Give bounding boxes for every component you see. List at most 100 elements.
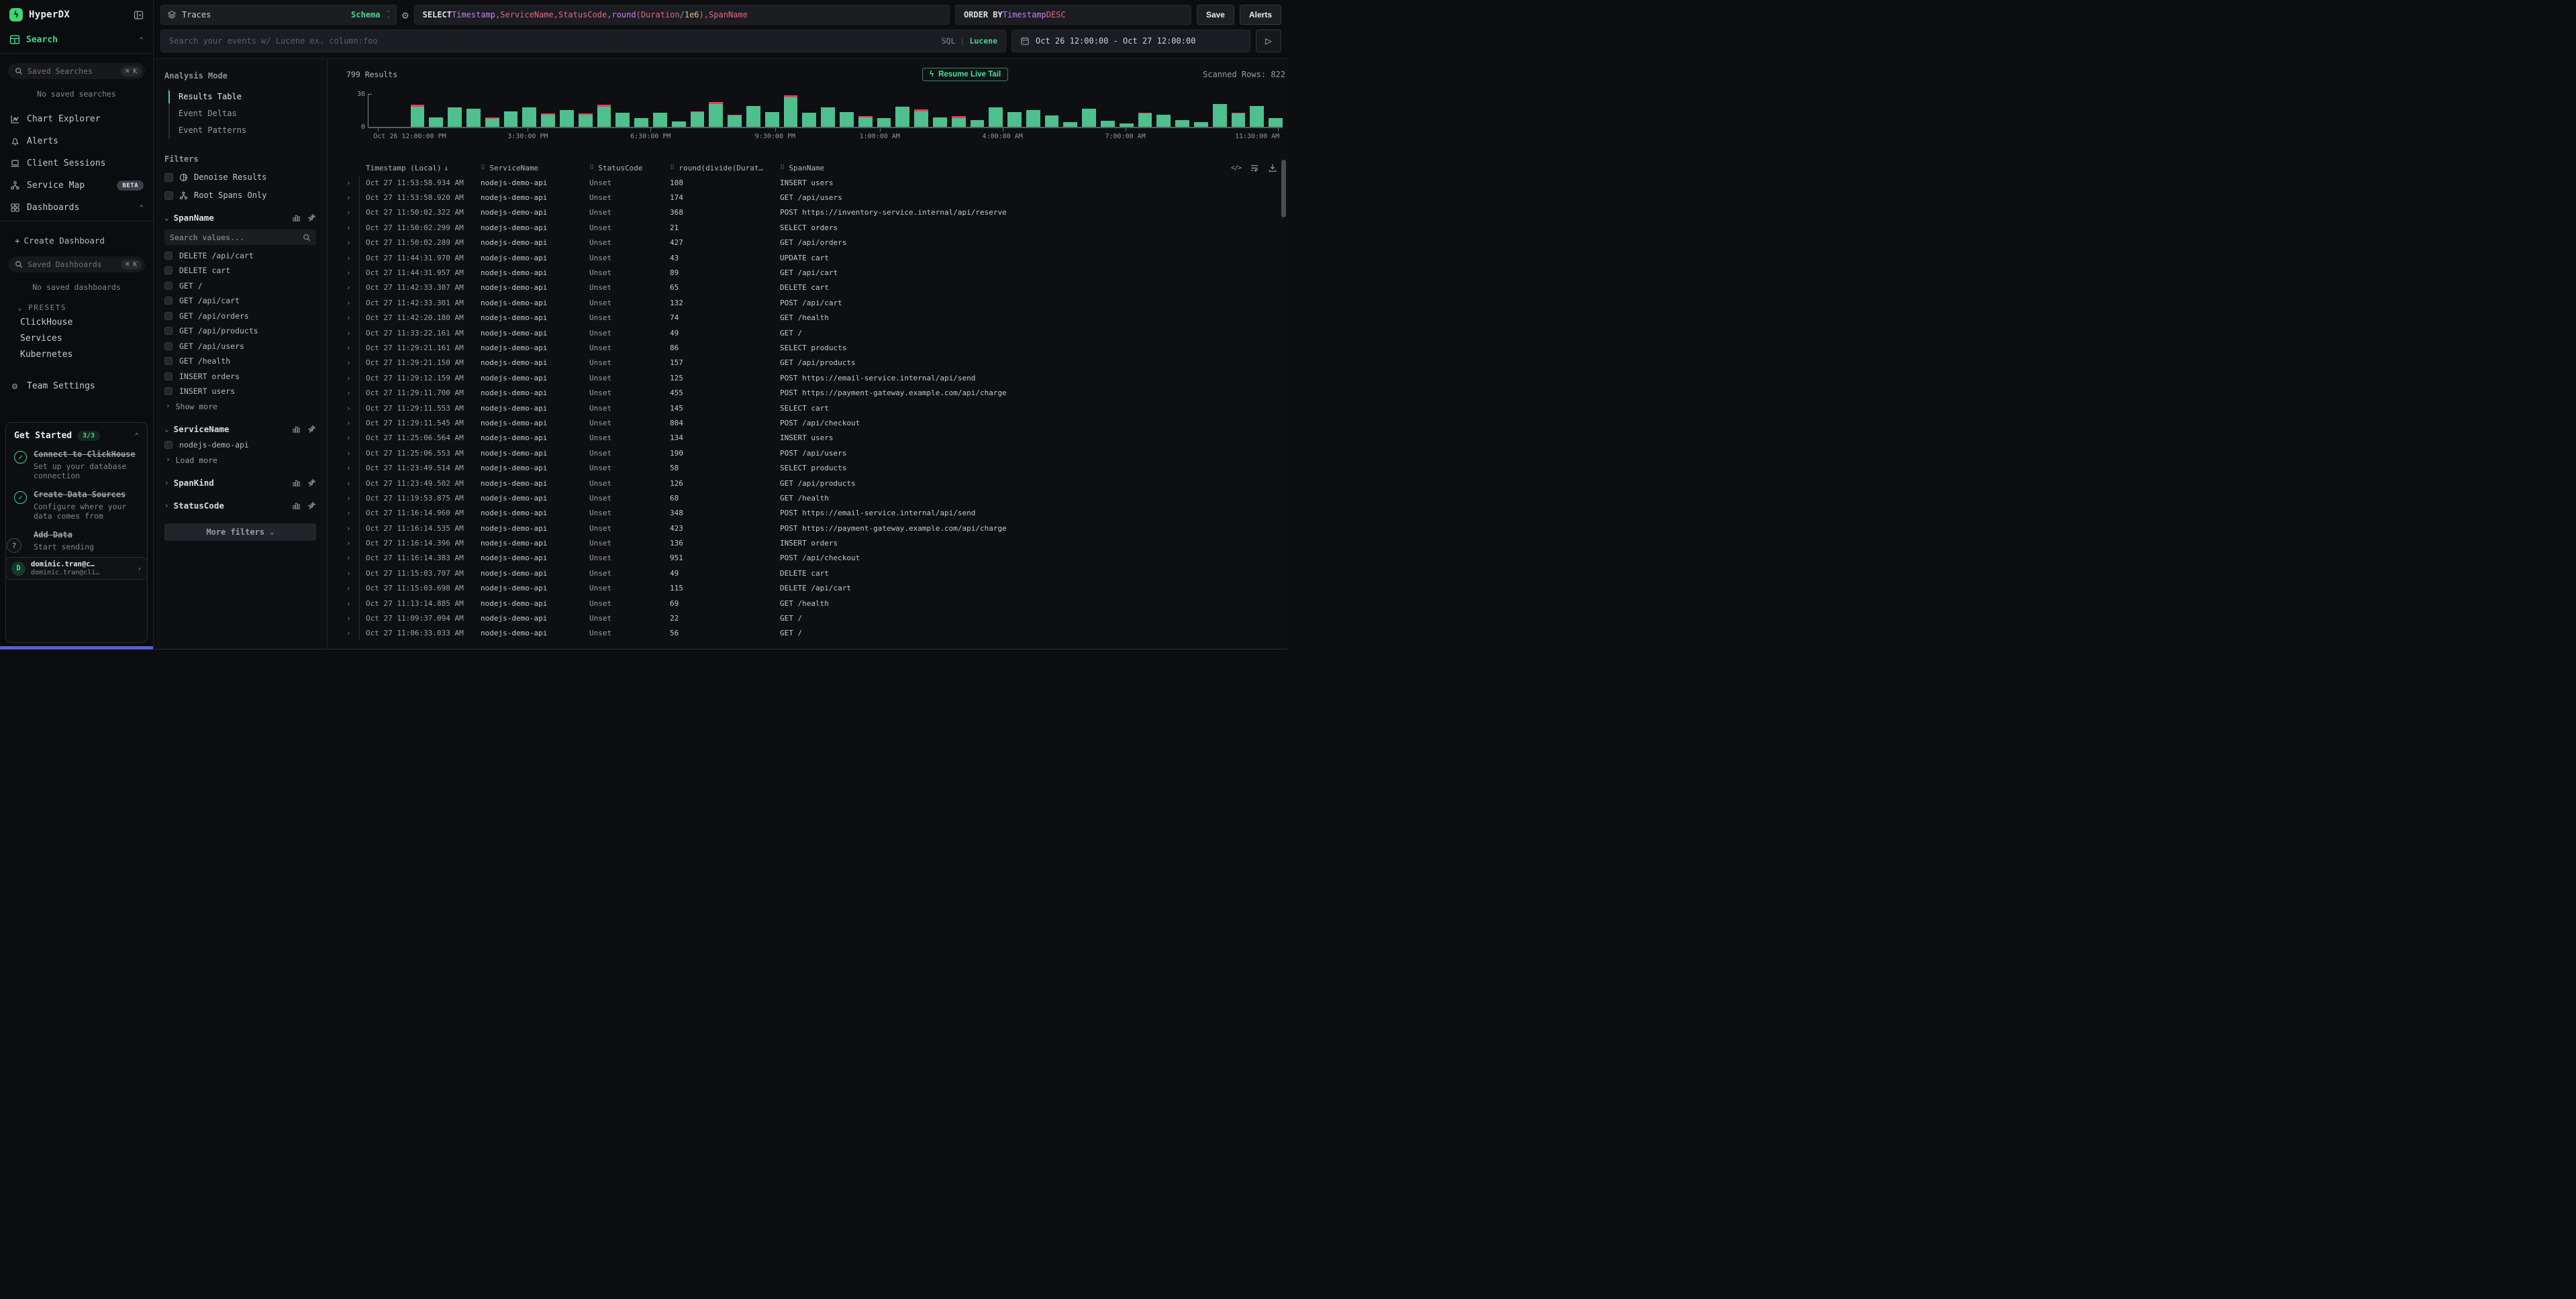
table-row[interactable]: ›Oct 27 11:29:21.150 AMnodejs-demo-apiUn… [328,356,1288,370]
filter-group-header[interactable]: ›SpanKind [164,478,316,488]
preset-services[interactable]: Services [0,330,153,346]
chart-toggle-icon[interactable] [292,478,301,487]
checkbox[interactable] [164,387,172,395]
chart-toggle-icon[interactable] [292,501,301,510]
more-filters-button[interactable]: More filters ⌄ [164,523,316,541]
help-button[interactable]: ? [7,538,21,553]
table-row[interactable]: ›Oct 27 11:53:58.920 AMnodejs-demo-apiUn… [328,190,1288,205]
histogram-bar[interactable] [504,95,518,127]
order-by-input[interactable]: ORDER BY Timestamp DESC [955,5,1191,25]
sidebar-item-client-sessions[interactable]: Client Sessions [0,152,153,174]
date-range-picker[interactable]: Oct 26 12:00:00 - Oct 27 12:00:00 [1011,30,1250,52]
histogram-bar[interactable] [784,95,798,127]
horizontal-scrollbar-thumb[interactable] [0,646,154,650]
histogram-bar[interactable] [1250,95,1264,127]
histogram-bar[interactable] [1194,95,1208,127]
chevron-up-icon[interactable]: ⌃ [134,432,139,439]
histogram-bar[interactable] [1120,95,1134,127]
saved-searches-field[interactable] [28,66,116,76]
row-expand-chevron[interactable]: › [346,280,360,295]
table-row[interactable]: ›Oct 27 11:15:03.707 AMnodejs-demo-apiUn… [328,566,1288,580]
histogram-bar[interactable] [821,95,835,127]
table-row[interactable]: ›Oct 27 11:42:33.307 AMnodejs-demo-apiUn… [328,280,1288,295]
row-expand-chevron[interactable]: › [346,506,360,521]
histogram-bar[interactable] [1269,95,1283,127]
histogram-bar[interactable] [653,95,667,127]
row-expand-chevron[interactable]: › [346,551,360,566]
histogram-bar[interactable] [672,95,686,127]
histogram-bar[interactable] [634,95,648,127]
column-header-servicename[interactable]: ⠿ServiceName [481,164,589,172]
histogram-bar[interactable] [522,95,536,127]
filter-value-option[interactable]: DELETE /api/cart [164,251,316,260]
toggle-sql[interactable]: SQL [942,36,956,46]
user-menu[interactable]: D dominic.tran@c… dominic.tran@cli… › [5,557,148,580]
histogram-bar[interactable] [597,95,611,127]
saved-searches-input[interactable]: ⌘ K [8,63,145,79]
histogram-bar[interactable] [373,95,387,127]
histogram-bar[interactable] [392,95,406,127]
analysis-mode-event-patterns[interactable]: Event Patterns [170,122,316,139]
query-language-toggle[interactable]: SQL | Lucene [942,36,997,46]
saved-dashboards-field[interactable] [28,260,116,269]
filter-value-option[interactable]: GET /api/products [164,326,316,335]
row-expand-chevron[interactable]: › [346,205,360,220]
histogram-bar[interactable] [802,95,816,127]
row-expand-chevron[interactable]: › [346,220,360,235]
histogram-bar[interactable] [1175,95,1189,127]
preset-kubernetes[interactable]: Kubernetes [0,346,153,362]
histogram-bar[interactable] [1045,95,1059,127]
table-row[interactable]: ›Oct 27 11:06:33.033 AMnodejs-demo-apiUn… [328,626,1288,641]
resume-live-tail-button[interactable]: ϟ Resume Live Tail [922,68,1008,81]
table-row[interactable]: ›Oct 27 11:23:49.514 AMnodejs-demo-apiUn… [328,460,1288,475]
checkbox[interactable] [164,327,172,335]
table-row[interactable]: ›Oct 27 11:50:02.299 AMnodejs-demo-apiUn… [328,220,1288,235]
histogram-bar[interactable] [1232,95,1246,127]
get-started-item[interactable]: Add Data Start sending [14,530,139,552]
histogram-bar[interactable] [1156,95,1171,127]
row-expand-chevron[interactable]: › [346,325,360,340]
wrap-text-icon[interactable] [1250,163,1259,172]
row-expand-chevron[interactable]: › [346,476,360,490]
presets-section[interactable]: ⌄ PRESETS [0,301,153,314]
table-row[interactable]: ›Oct 27 11:16:14.960 AMnodejs-demo-apiUn… [328,506,1288,521]
row-expand-chevron[interactable]: › [346,190,360,205]
table-row[interactable]: ›Oct 27 11:09:37.094 AMnodejs-demo-apiUn… [328,611,1288,625]
row-expand-chevron[interactable]: › [346,311,360,325]
histogram-bar[interactable] [560,95,574,127]
checkbox[interactable] [164,297,172,305]
filter-values-search[interactable] [164,229,316,245]
save-button[interactable]: Save [1197,5,1234,25]
histogram-bar[interactable] [895,95,909,127]
row-expand-chevron[interactable]: › [346,431,360,446]
histogram-bar[interactable] [1063,95,1077,127]
pin-icon[interactable] [307,478,316,487]
histogram-bar[interactable] [765,95,779,127]
filter-group-header[interactable]: ›StatusCode [164,501,316,511]
histogram-bar[interactable] [485,95,499,127]
event-search-box[interactable]: SQL | Lucene [160,30,1006,52]
load-more-link[interactable]: ›Load more [164,456,316,465]
sidebar-item-search[interactable]: Search ⌃ [0,28,153,54]
histogram-bar[interactable] [1082,95,1096,127]
sidebar-item-alerts[interactable]: Alerts [0,130,153,152]
table-row[interactable]: ›Oct 27 11:44:31.957 AMnodejs-demo-apiUn… [328,265,1288,280]
row-expand-chevron[interactable]: › [346,236,360,250]
drag-handle-icon[interactable]: ⠿ [670,164,675,172]
checkbox[interactable] [164,357,172,365]
row-expand-chevron[interactable]: › [346,566,360,580]
filter-value-option[interactable]: INSERT users [164,386,316,396]
create-dashboard-button[interactable]: + Create Dashboard [0,232,153,248]
table-row[interactable]: ›Oct 27 11:13:14.885 AMnodejs-demo-apiUn… [328,596,1288,611]
filter-value-option[interactable]: DELETE cart [164,266,316,275]
row-expand-chevron[interactable]: › [346,581,360,596]
source-select[interactable]: Traces Schema ⌃⌄ [160,5,397,25]
sidebar-item-service-map[interactable]: Service Map BETA [0,174,153,197]
histogram-bar[interactable] [448,95,462,127]
filter-group-header[interactable]: ⌄ServiceName [164,424,316,434]
histogram-bar[interactable] [615,95,630,127]
histogram-bar[interactable] [466,95,481,127]
row-expand-chevron[interactable]: › [346,175,360,190]
histogram-bar[interactable] [840,95,854,127]
table-row[interactable]: ›Oct 27 11:16:14.396 AMnodejs-demo-apiUn… [328,535,1288,550]
